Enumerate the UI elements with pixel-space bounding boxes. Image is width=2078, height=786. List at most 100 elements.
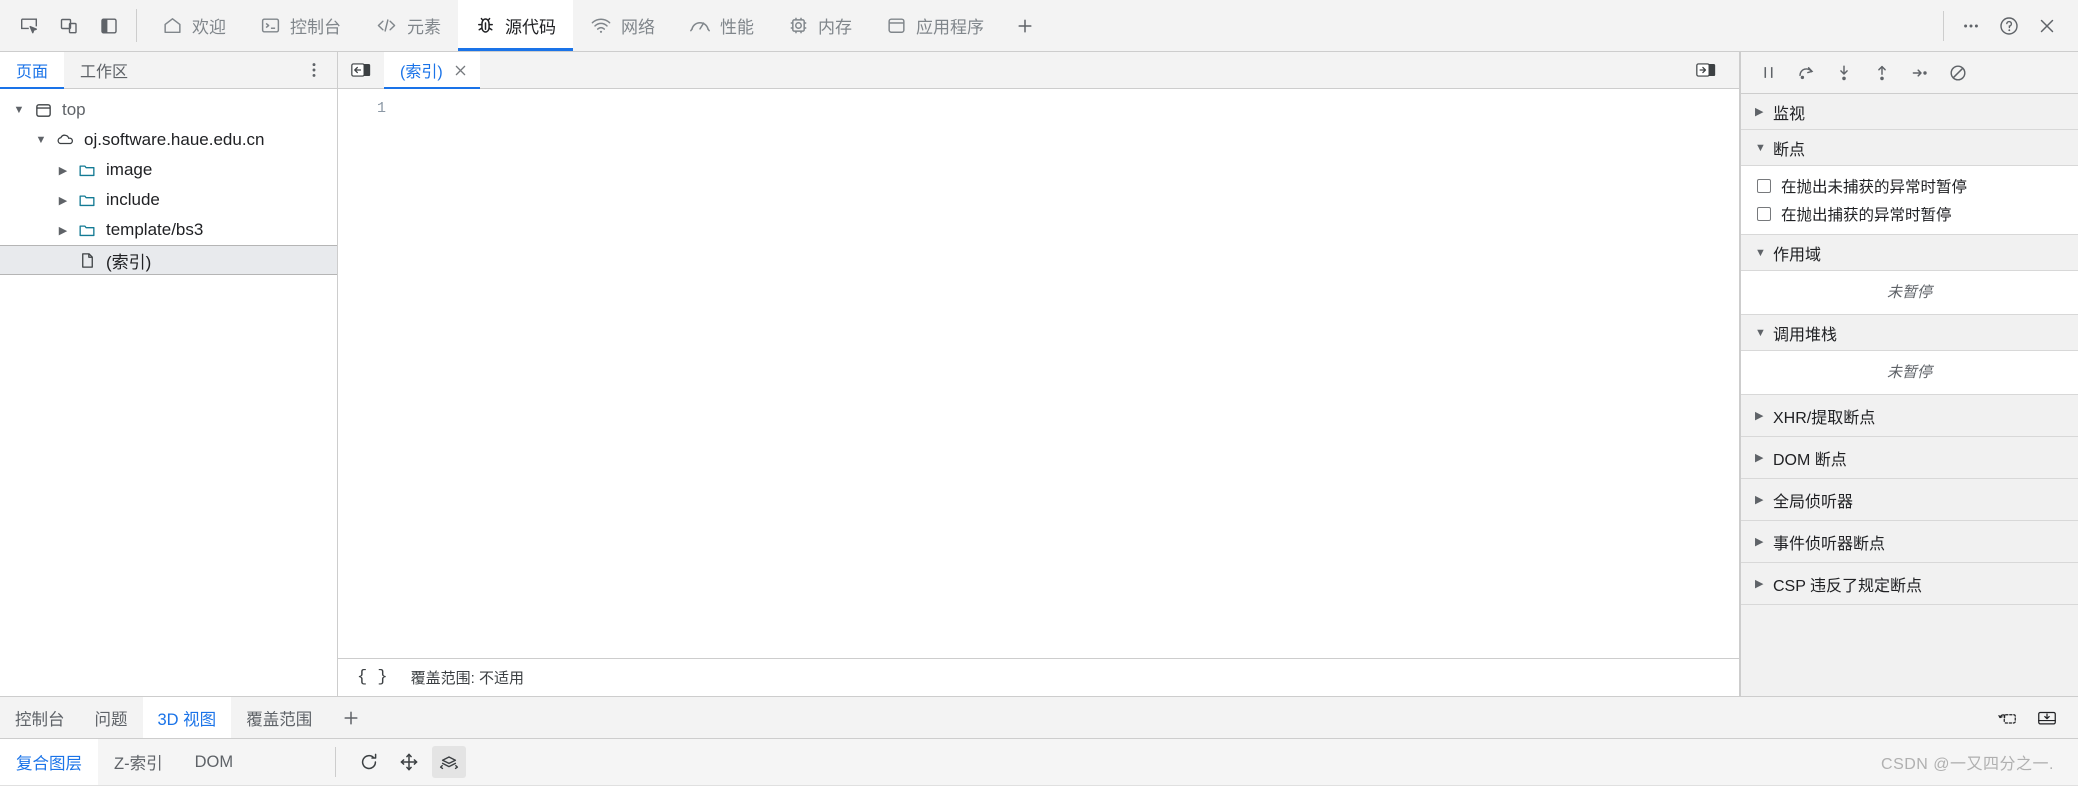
- dock-side-icon[interactable]: [90, 7, 128, 45]
- editor-status-bar: { } 覆盖范围: 不适用: [338, 658, 1739, 696]
- tab-sources[interactable]: 源代码: [458, 0, 573, 51]
- tree-item-include[interactable]: ▶ include: [0, 185, 337, 215]
- navigator-more-icon[interactable]: [291, 52, 337, 88]
- navigator-pane: 页面 工作区 ▼ top ▼ oj.software.haue.edu.cn ▶…: [0, 52, 338, 696]
- pan-icon[interactable]: [392, 746, 426, 778]
- tab-memory[interactable]: 内存: [771, 0, 869, 51]
- section-label: XHR/提取断点: [1773, 409, 1876, 427]
- section-event-listener-breakpoints[interactable]: ▶ 事件侦听器断点: [1741, 521, 2078, 563]
- subtab-composited-layers[interactable]: 复合图层: [0, 739, 98, 785]
- close-icon[interactable]: [453, 63, 468, 78]
- section-watch[interactable]: ▶ 监视: [1741, 94, 2078, 130]
- document-icon: [74, 251, 100, 270]
- tab-elements[interactable]: 元素: [358, 0, 458, 51]
- device-toolbar-icon[interactable]: [50, 7, 88, 45]
- tree-item-image[interactable]: ▶ image: [0, 155, 337, 185]
- editor-tab-index[interactable]: (索引): [384, 52, 480, 89]
- tree-item-template-bs3[interactable]: ▶ template/bs3: [0, 215, 337, 245]
- scope-content: 未暂停: [1741, 271, 2078, 315]
- step-icon[interactable]: [1903, 58, 1937, 88]
- tab-console[interactable]: 控制台: [243, 0, 358, 51]
- nav-tab-workspace[interactable]: 工作区: [64, 52, 144, 88]
- tab-application[interactable]: 应用程序: [869, 0, 1001, 51]
- subtab-dom[interactable]: DOM: [179, 739, 250, 785]
- subtab-z-index[interactable]: Z-索引: [98, 739, 179, 785]
- twisty-expanded-icon[interactable]: ▼: [8, 104, 30, 116]
- add-drawer-tab-button[interactable]: [327, 697, 375, 738]
- twisty-collapsed-icon[interactable]: ▶: [1755, 105, 1765, 118]
- tree-item-origin[interactable]: ▼ oj.software.haue.edu.cn: [0, 125, 337, 155]
- drawer-tab-label: 覆盖范围: [246, 710, 313, 729]
- devtools-window: 欢迎 控制台 元素 源代码 网络 性能 内存 应用程序 页面 工作区 ▼ top…: [0, 0, 2078, 786]
- drawer-tab-console[interactable]: 控制台: [0, 697, 80, 738]
- section-csp-violation-breakpoints[interactable]: ▶ CSP 违反了规定断点: [1741, 563, 2078, 605]
- tab-performance[interactable]: 性能: [672, 0, 771, 51]
- drawer-tab-coverage[interactable]: 覆盖范围: [231, 697, 327, 738]
- step-into-icon[interactable]: [1827, 58, 1861, 88]
- tree-item-label: (索引): [106, 252, 152, 272]
- section-global-listeners[interactable]: ▶ 全局侦听器: [1741, 479, 2078, 521]
- tree-item-label: template/bs3: [106, 220, 204, 239]
- step-over-icon[interactable]: [1789, 58, 1823, 88]
- twisty-collapsed-icon[interactable]: ▶: [52, 224, 74, 237]
- section-scope[interactable]: ▼ 作用域: [1741, 235, 2078, 271]
- section-label: 全局侦听器: [1773, 493, 1854, 511]
- twisty-collapsed-icon[interactable]: ▶: [52, 194, 74, 207]
- nav-tab-page[interactable]: 页面: [0, 52, 65, 89]
- section-xhr-fetch-breakpoints[interactable]: ▶ XHR/提取断点: [1741, 395, 2078, 437]
- drawer-tab-3d-view[interactable]: 3D 视图: [142, 697, 232, 738]
- dock-to-bottom-icon[interactable]: [2030, 702, 2064, 734]
- call-stack-content: 未暂停: [1741, 351, 2078, 395]
- help-icon[interactable]: [1990, 7, 2028, 45]
- tab-label: 内存: [818, 18, 852, 37]
- twisty-collapsed-icon[interactable]: ▶: [1755, 493, 1765, 506]
- rotate-layers-icon[interactable]: [432, 746, 467, 778]
- tab-welcome[interactable]: 欢迎: [145, 0, 243, 51]
- editor-tab-label: (索引): [400, 64, 443, 81]
- deactivate-breakpoints-icon[interactable]: [1941, 58, 1975, 88]
- more-options-icon[interactable]: [1952, 7, 1990, 45]
- twisty-expanded-icon[interactable]: ▼: [1755, 327, 1766, 339]
- code-content[interactable]: [396, 89, 1739, 658]
- checkbox-icon[interactable]: [1757, 179, 1771, 193]
- tab-label: 欢迎: [192, 18, 226, 37]
- twisty-collapsed-icon[interactable]: ▶: [1755, 577, 1765, 590]
- section-call-stack[interactable]: ▼ 调用堆栈: [1741, 315, 2078, 351]
- twisty-collapsed-icon[interactable]: ▶: [1755, 451, 1765, 464]
- checkbox-icon[interactable]: [1757, 207, 1771, 221]
- tab-label: 网络: [621, 18, 655, 37]
- reset-view-icon[interactable]: [352, 746, 386, 778]
- twisty-expanded-icon[interactable]: ▼: [1755, 247, 1766, 259]
- add-panel-button[interactable]: [1001, 0, 1049, 51]
- close-icon[interactable]: [2028, 7, 2066, 45]
- twisty-collapsed-icon[interactable]: ▶: [52, 164, 74, 177]
- twisty-expanded-icon[interactable]: ▼: [1755, 142, 1766, 154]
- checkbox-pause-caught-exceptions[interactable]: 在抛出捕获的异常时暂停: [1741, 200, 2078, 228]
- resume-script-execution-icon[interactable]: [1751, 58, 1785, 88]
- tab-label: 应用程序: [916, 18, 984, 37]
- tree-item-index-document[interactable]: (索引): [0, 245, 337, 275]
- drawer-tab-issues[interactable]: 问题: [80, 697, 143, 738]
- inspect-element-icon[interactable]: [10, 7, 48, 45]
- twisty-expanded-icon[interactable]: ▼: [30, 134, 52, 146]
- drawer-tab-label: 3D 视图: [157, 710, 217, 729]
- section-label: 作用域: [1773, 246, 1822, 264]
- restore-drawer-icon[interactable]: [1990, 702, 2024, 734]
- tree-item-top[interactable]: ▼ top: [0, 95, 337, 125]
- tab-network[interactable]: 网络: [573, 0, 672, 51]
- twisty-collapsed-icon[interactable]: ▶: [1755, 409, 1765, 422]
- debugger-sections: ▶ 监视 ▼ 断点 在抛出未捕获的异常时暂停 在抛出捕获的异常时暂停 ▼ 作用域…: [1741, 94, 2078, 696]
- twisty-collapsed-icon[interactable]: ▶: [1755, 535, 1765, 548]
- section-breakpoints[interactable]: ▼ 断点: [1741, 130, 2078, 166]
- memory-chip-icon: [788, 15, 809, 36]
- show-navigator-icon[interactable]: [338, 52, 384, 88]
- code-editor[interactable]: 1: [338, 89, 1739, 658]
- checkbox-pause-uncaught-exceptions[interactable]: 在抛出未捕获的异常时暂停: [1741, 172, 2078, 200]
- show-debugger-icon[interactable]: [1683, 60, 1729, 80]
- section-label: 事件侦听器断点: [1773, 535, 1886, 553]
- tab-label: 源代码: [505, 18, 556, 37]
- section-dom-breakpoints[interactable]: ▶ DOM 断点: [1741, 437, 2078, 479]
- pretty-print-button[interactable]: { }: [352, 666, 393, 689]
- subtab-label: Z-索引: [114, 755, 163, 773]
- step-out-icon[interactable]: [1865, 58, 1899, 88]
